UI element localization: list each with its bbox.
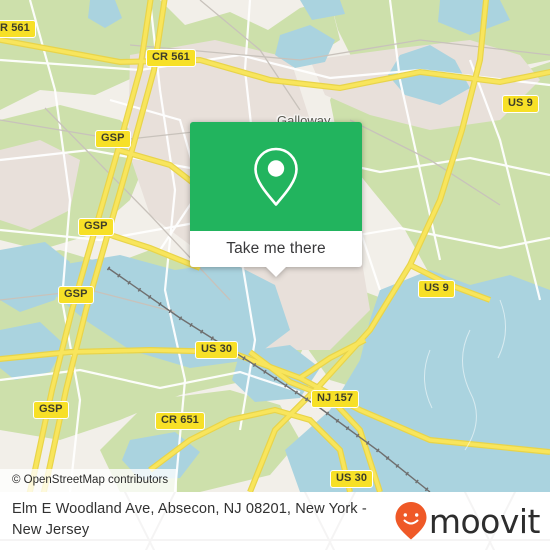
road-shield: GSP — [78, 218, 114, 236]
take-me-there-label: Take me there — [226, 240, 326, 257]
moovit-pin-icon — [395, 502, 427, 540]
popup-pointer-tail — [265, 266, 287, 277]
road-shield: CR 561 — [146, 49, 196, 67]
footer-bar: Elm E Woodland Ave, Absecon, NJ 08201, N… — [0, 492, 550, 550]
popup-action-bar[interactable]: Take me there — [190, 231, 362, 277]
road-shield: R 561 — [0, 20, 36, 38]
road-shield: US 9 — [502, 95, 539, 113]
location-address: Elm E Woodland Ave, Absecon, NJ 08201, N… — [12, 499, 422, 541]
moovit-wordmark: moovit — [428, 501, 541, 541]
location-popup-card[interactable]: Take me there — [190, 122, 362, 277]
road-shield: GSP — [58, 286, 94, 304]
map-screenshot: Galloway R 561 CR 561 US 9 GSP GSP GSP U… — [0, 0, 550, 550]
road-shield: NJ 157 — [311, 390, 360, 408]
map-pin-icon — [254, 147, 298, 206]
road-shield: US 9 — [418, 280, 455, 298]
road-shield: GSP — [95, 130, 131, 148]
popup-header — [190, 122, 362, 231]
road-shield: US 30 — [330, 470, 374, 488]
moovit-logo[interactable]: moovit — [394, 501, 541, 541]
osm-attribution[interactable]: © OpenStreetMap contributors — [0, 469, 178, 492]
address-line-2: New Jersey — [12, 522, 90, 538]
road-shield: US 30 — [195, 341, 239, 359]
road-shield: GSP — [33, 401, 69, 419]
map-canvas[interactable]: Galloway R 561 CR 561 US 9 GSP GSP GSP U… — [0, 0, 550, 492]
road-shield: CR 651 — [155, 412, 205, 430]
address-line-1: Elm E Woodland Ave, Absecon, NJ 08201, N… — [12, 501, 367, 517]
